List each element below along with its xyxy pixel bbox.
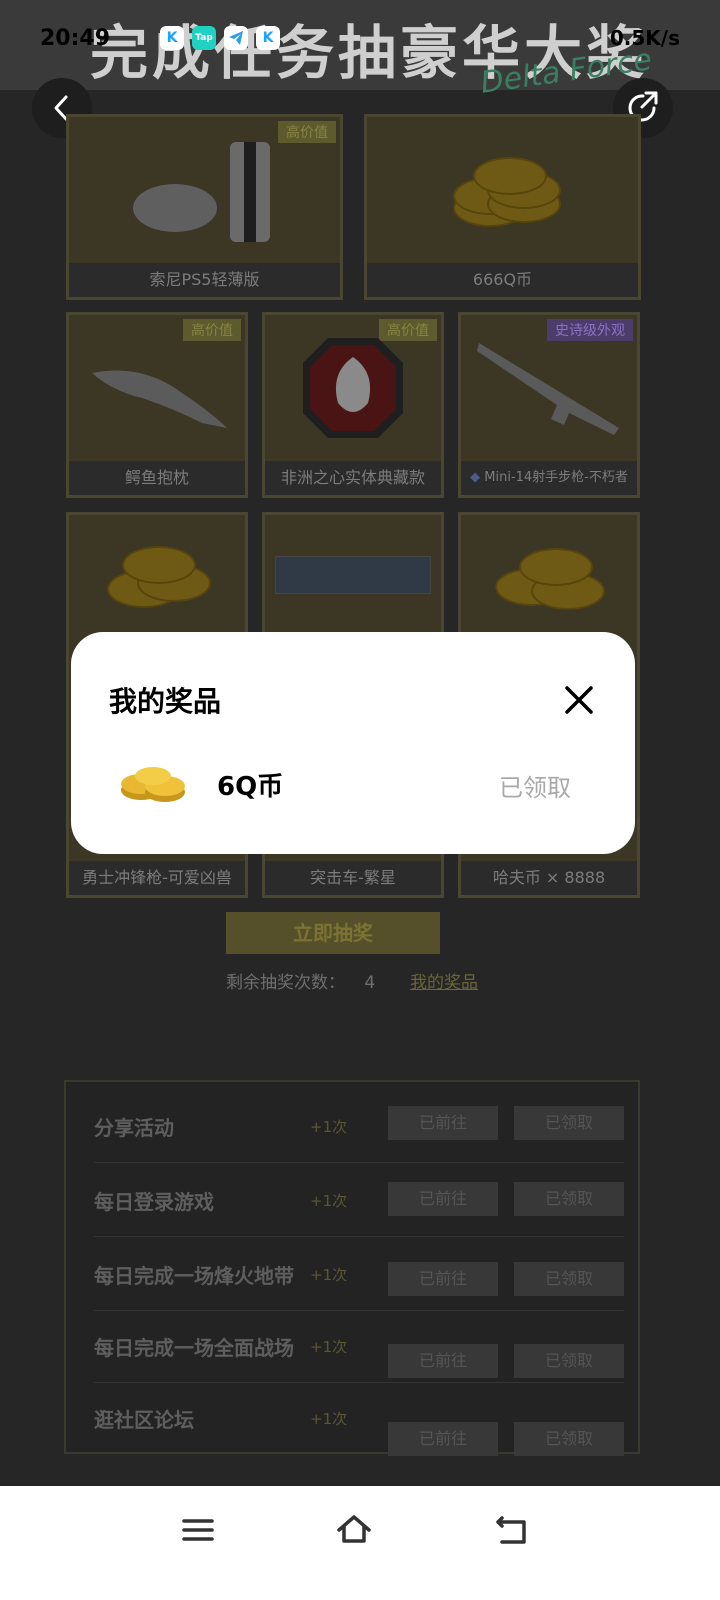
task-name: 每日登录游戏	[94, 1190, 214, 1214]
prize-card: 高价值 鳄鱼抱枕	[66, 312, 248, 498]
prize-name: 索尼PS5轻薄版	[69, 263, 340, 297]
prize-name: 非洲之心实体典藏款	[265, 461, 441, 495]
menu-icon	[182, 1519, 214, 1541]
task-go-button[interactable]: 已前往	[388, 1106, 498, 1140]
task-bonus: +1次	[310, 1266, 348, 1284]
assault-vehicle-icon	[265, 515, 441, 635]
remaining-count: 4	[364, 973, 376, 993]
task-go-button[interactable]: 已前往	[388, 1344, 498, 1378]
gold-coins-icon	[367, 117, 638, 263]
task-claim-button[interactable]: 已领取	[514, 1344, 624, 1378]
gold-coins-icon	[69, 515, 245, 635]
task-name: 每日完成一场烽火地带	[94, 1264, 294, 1288]
task-row: 每日登录游戏 +1次 已前往 已领取	[94, 1164, 624, 1237]
app-taptap-icon: Tap	[192, 26, 216, 50]
close-button[interactable]	[561, 682, 597, 718]
home-button[interactable]	[334, 1510, 374, 1550]
task-row: 分享活动 +1次 已前往 已领取	[94, 1090, 624, 1163]
home-icon	[337, 1515, 371, 1543]
gold-coins-icon	[119, 758, 189, 804]
task-name: 每日完成一场全面战场	[94, 1336, 294, 1360]
status-right: 0.5K/s	[609, 26, 680, 50]
prize-name: 突击车-繁星	[265, 861, 441, 895]
app-k-icon: K	[160, 26, 184, 50]
my-prizes-dialog: 我的奖品 6Q币 已领取	[71, 632, 635, 854]
prize-name-text: Mini-14射手步枪-不朽者	[484, 470, 628, 485]
ps5-console-icon	[69, 117, 340, 263]
dialog-title: 我的奖品	[109, 685, 222, 718]
gold-coins-icon	[461, 515, 637, 635]
remaining-label: 剩余抽奖次数：	[226, 973, 345, 993]
prize-card: 高价值 非洲之心实体典藏款	[262, 312, 444, 498]
back-nav-button[interactable]	[492, 1510, 532, 1550]
prize-card: 史诗级外观 ◆ Mini-14射手步枪-不朽者	[458, 312, 640, 498]
status-time: 20:49	[40, 26, 111, 51]
task-row: 每日完成一场全面战场 +1次 已前往 已领取	[94, 1310, 624, 1383]
status-app-icons: K Tap K	[160, 26, 280, 50]
prize-list-item: 6Q币 已领取	[71, 748, 635, 818]
task-claim-button[interactable]: 已领取	[514, 1262, 624, 1296]
system-nav-bar	[0, 1486, 720, 1600]
crocodile-pillow-icon	[69, 315, 245, 461]
task-name: 逛社区论坛	[94, 1408, 194, 1432]
task-bonus: +1次	[310, 1118, 348, 1136]
task-bonus: +1次	[310, 1338, 348, 1356]
app-k-icon: K	[256, 26, 280, 50]
diamond-icon: ◆	[470, 470, 481, 485]
task-claim-button[interactable]: 已领取	[514, 1182, 624, 1216]
task-bonus: +1次	[310, 1192, 348, 1210]
prize-name: 6Q币	[217, 772, 284, 802]
prize-name: 哈夫币 × 8888	[461, 861, 637, 895]
close-icon	[565, 686, 593, 714]
task-claim-button[interactable]: 已领取	[514, 1422, 624, 1456]
prize-card: 高价值 索尼PS5轻薄版	[66, 114, 343, 300]
prize-name: 勇士冲锋枪-可爱凶兽	[69, 861, 245, 895]
task-row: 每日完成一场烽火地带 +1次 已前往 已领取	[94, 1238, 624, 1311]
back-icon	[496, 1516, 526, 1544]
telegram-icon	[224, 26, 248, 50]
task-list: 分享活动 +1次 已前往 已领取 每日登录游戏 +1次 已前往 已领取 每日完成…	[64, 1080, 640, 1456]
menu-button[interactable]	[178, 1510, 218, 1550]
remaining-draws: 剩余抽奖次数： 4	[226, 968, 375, 993]
task-go-button[interactable]: 已前往	[388, 1422, 498, 1456]
task-go-button[interactable]: 已前往	[388, 1262, 498, 1296]
draw-now-button[interactable]: 立即抽奖	[226, 912, 440, 954]
task-bonus: +1次	[310, 1410, 348, 1428]
prize-name: 鳄鱼抱枕	[69, 461, 245, 495]
task-name: 分享活动	[94, 1116, 174, 1140]
task-row: 逛社区论坛 +1次 已前往 已领取	[94, 1382, 624, 1456]
prize-card: 666Q币	[364, 114, 641, 300]
task-go-button[interactable]: 已前往	[388, 1182, 498, 1216]
prize-name: 666Q币	[367, 263, 638, 297]
my-prizes-link[interactable]: 我的奖品	[410, 968, 478, 993]
status-bar: 20:49 K Tap K 0.5K/s	[0, 0, 720, 70]
rifle-skin-icon	[461, 315, 637, 461]
task-claim-button[interactable]: 已领取	[514, 1106, 624, 1140]
claimed-status: 已领取	[499, 774, 571, 802]
prize-name: ◆ Mini-14射手步枪-不朽者	[461, 461, 637, 495]
heart-of-africa-icon	[265, 315, 441, 461]
